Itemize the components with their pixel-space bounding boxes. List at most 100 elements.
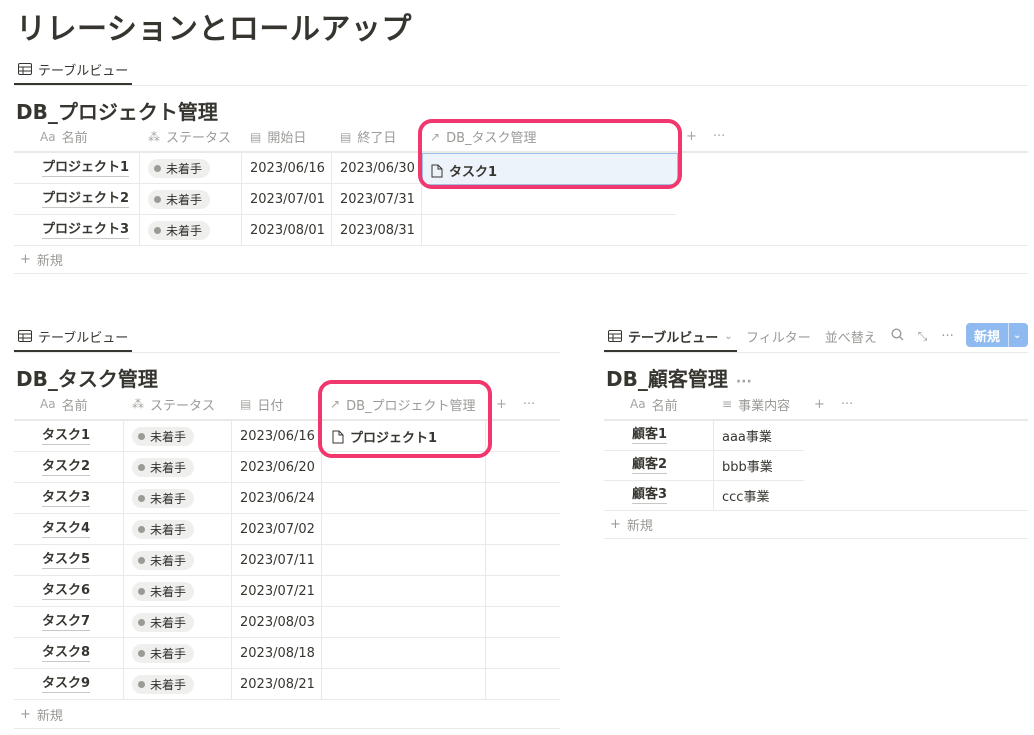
row-status[interactable]: 未着手 (124, 638, 232, 668)
row-business[interactable]: aaa事業 (714, 421, 804, 450)
search-icon[interactable] (891, 328, 904, 345)
row-name[interactable]: 顧客1 (604, 421, 714, 450)
row-relation[interactable] (322, 638, 486, 668)
row-date[interactable]: 2023/07/21 (232, 576, 322, 606)
table-row[interactable]: プロジェクト3 未着手 2023/08/01 2023/08/31 (14, 215, 676, 246)
expand-icon[interactable]: ⤡ (918, 329, 928, 344)
row-status[interactable]: 未着手 (124, 576, 232, 606)
row-relation[interactable] (322, 607, 486, 637)
more-options-icon[interactable]: ··· (523, 397, 535, 412)
row-relation[interactable] (422, 215, 676, 245)
more-options-icon[interactable]: ··· (841, 397, 853, 412)
row-status[interactable]: 未着手 (124, 545, 232, 575)
row-end-date[interactable]: 2023/07/31 (332, 184, 422, 214)
chevron-down-icon[interactable]: ⌄ (1008, 323, 1025, 347)
new-row-button[interactable]: + 新規 (604, 515, 653, 534)
relation-page-link[interactable]: タスク1 (431, 161, 497, 180)
row-name[interactable]: 顧客2 (604, 451, 714, 480)
row-status[interactable]: 未着手 (124, 452, 232, 482)
row-date[interactable]: 2023/06/24 (232, 483, 322, 513)
more-options-icon[interactable]: ··· (736, 374, 752, 390)
row-name[interactable]: プロジェクト1 (14, 153, 140, 183)
row-name[interactable]: 顧客3 (604, 481, 714, 510)
row-name[interactable]: タスク4 (14, 514, 124, 544)
add-property-icon[interactable]: + (496, 397, 507, 412)
row-name[interactable]: タスク7 (14, 607, 124, 637)
row-status[interactable]: 未着手 (140, 184, 242, 214)
row-date[interactable]: 2023/08/03 (232, 607, 322, 637)
row-end-date[interactable]: 2023/06/30 (332, 153, 422, 183)
row-relation[interactable] (322, 669, 486, 699)
row-date[interactable]: 2023/06/20 (232, 452, 322, 482)
tab-table-view[interactable]: テーブルビュー (14, 321, 133, 352)
row-status[interactable]: 未着手 (140, 215, 242, 245)
row-relation[interactable] (322, 545, 486, 575)
table-row[interactable]: タスク9 未着手 2023/08/21 (14, 669, 560, 700)
row-relation[interactable] (322, 514, 486, 544)
row-name[interactable]: プロジェクト2 (14, 184, 140, 214)
row-name[interactable]: タスク5 (14, 545, 124, 575)
db-title-project[interactable]: DB_プロジェクト管理 (16, 96, 218, 125)
db-title-customer[interactable]: DB_顧客管理 ··· (606, 363, 752, 392)
table-row[interactable]: プロジェクト2 未着手 2023/07/01 2023/07/31 (14, 184, 676, 215)
tab-table-view[interactable]: テーブルビュー ⌄ (604, 321, 737, 352)
more-options-icon[interactable]: ··· (713, 129, 725, 144)
row-relation[interactable] (322, 483, 486, 513)
table-row[interactable]: 顧客1 aaa事業 (604, 421, 804, 451)
add-property-icon[interactable]: + (686, 129, 697, 144)
filter-button[interactable]: フィルター (746, 327, 811, 346)
row-relation[interactable] (322, 576, 486, 606)
row-date[interactable]: 2023/07/11 (232, 545, 322, 575)
row-status[interactable]: 未着手 (124, 607, 232, 637)
row-relation[interactable] (322, 452, 486, 482)
column-header-name[interactable]: Aa 名前 (14, 389, 124, 419)
table-row[interactable]: 顧客2 bbb事業 (604, 451, 804, 481)
tab-table-view[interactable]: テーブルビュー (14, 54, 133, 85)
db-title-task[interactable]: DB_タスク管理 (16, 363, 158, 392)
column-header-end[interactable]: ▤ 終了日 (332, 122, 422, 151)
column-header-name[interactable]: Aa 名前 (604, 389, 714, 419)
row-business[interactable]: ccc事業 (714, 481, 804, 510)
row-status[interactable]: 未着手 (124, 483, 232, 513)
row-end-date[interactable]: 2023/08/31 (332, 215, 422, 245)
row-name[interactable]: タスク2 (14, 452, 124, 482)
row-date[interactable]: 2023/07/02 (232, 514, 322, 544)
row-business[interactable]: bbb事業 (714, 451, 804, 480)
column-header-start[interactable]: ▤ 開始日 (242, 122, 332, 151)
column-header-name[interactable]: Aa 名前 (14, 122, 140, 151)
row-status[interactable]: 未着手 (124, 421, 232, 451)
table-row[interactable]: タスク4 未着手 2023/07/02 (14, 514, 560, 545)
new-row-button[interactable]: + 新規 (14, 705, 63, 724)
table-row[interactable]: タスク8 未着手 2023/08/18 (14, 638, 560, 669)
row-relation[interactable] (422, 184, 676, 214)
column-header-date[interactable]: ▤ 日付 (232, 389, 322, 419)
row-start-date[interactable]: 2023/08/01 (242, 215, 332, 245)
table-row[interactable]: タスク2 未着手 2023/06/20 (14, 452, 560, 483)
column-header-relation[interactable]: ↗ DB_タスク管理 (422, 122, 676, 151)
row-status[interactable]: 未着手 (124, 669, 232, 699)
table-row[interactable]: タスク1 未着手 2023/06/16 (14, 421, 560, 452)
row-name[interactable]: タスク9 (14, 669, 124, 699)
relation-page-link[interactable]: プロジェクト1 (332, 427, 437, 446)
row-date[interactable]: 2023/08/18 (232, 638, 322, 668)
row-status[interactable]: 未着手 (124, 514, 232, 544)
row-name[interactable]: タスク6 (14, 576, 124, 606)
new-row-button[interactable]: + 新規 (14, 250, 63, 269)
sort-button[interactable]: 並べ替え (825, 327, 877, 346)
table-row[interactable]: タスク6 未着手 2023/07/21 (14, 576, 560, 607)
row-date[interactable]: 2023/08/21 (232, 669, 322, 699)
row-status[interactable]: 未着手 (140, 153, 242, 183)
column-header-business[interactable]: ≡ 事業内容 (714, 389, 804, 419)
table-row[interactable]: タスク7 未着手 2023/08/03 (14, 607, 560, 638)
column-header-status[interactable]: ⁂ ステータス (140, 122, 242, 151)
more-options-icon[interactable]: ··· (941, 329, 953, 344)
table-row[interactable]: タスク3 未着手 2023/06/24 (14, 483, 560, 514)
row-start-date[interactable]: 2023/06/16 (242, 153, 332, 183)
table-row[interactable]: タスク5 未着手 2023/07/11 (14, 545, 560, 576)
table-row[interactable]: 顧客3 ccc事業 (604, 481, 804, 511)
new-button[interactable]: 新規 ⌄ (966, 323, 1028, 347)
row-name[interactable]: タスク3 (14, 483, 124, 513)
row-name[interactable]: タスク8 (14, 638, 124, 668)
add-property-icon[interactable]: + (814, 397, 825, 412)
column-header-status[interactable]: ⁂ ステータス (124, 389, 232, 419)
